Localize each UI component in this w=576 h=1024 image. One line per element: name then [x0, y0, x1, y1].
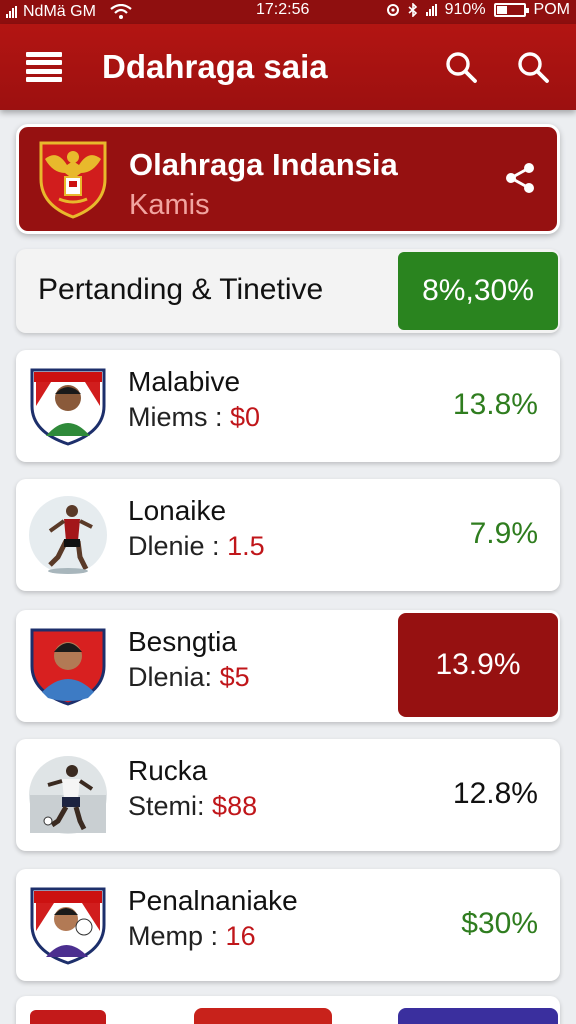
player-name: Malabive — [128, 366, 241, 397]
player-card[interactable]: Malabive Miems : $0 13.8% — [16, 350, 560, 462]
app-bar: Ddahraga saia — [0, 24, 576, 110]
app-title: Ddahraga saia — [102, 48, 328, 85]
battery-percent: 910% — [444, 1, 486, 18]
player-percent: 13.8% — [452, 388, 538, 421]
summary-value-badge: 8%,30% — [398, 252, 558, 330]
player-meta-value: 16 — [225, 921, 256, 951]
status-bar: NdMä GM 17:2:56 910% POM — [0, 0, 576, 24]
player-meta: Dlenia: $5 — [128, 662, 250, 693]
player-percent: $30% — [461, 907, 538, 940]
player-name: Rucka — [128, 755, 208, 786]
player-card[interactable]: Besngtia Dlenia: $5 13.9% — [16, 610, 560, 722]
search-icon[interactable] — [444, 50, 478, 84]
player-meta-label: Miems : — [128, 402, 223, 432]
player-card[interactable]: Lonaike Dlenie : 1.5 7.9% — [16, 479, 560, 591]
player-meta-value: $0 — [230, 402, 261, 432]
clock: 17:2:56 — [256, 1, 310, 18]
summary-row[interactable]: Pertanding & Tinetive 8%,30% — [16, 249, 560, 333]
player-meta: Stemi: $88 — [128, 791, 257, 822]
player-percent: 12.8% — [452, 777, 538, 810]
player-card[interactable]: Rucka Stemi: $88 12.8% — [16, 739, 560, 851]
player-meta: Dlenie : 1.5 — [128, 531, 265, 562]
partial-blue-badge — [398, 1008, 558, 1024]
status-right-label: POM — [533, 1, 570, 18]
cell-signal-icon — [425, 4, 437, 16]
player-meta-value: $5 — [219, 662, 250, 692]
banner-subtitle: Kamis — [129, 189, 210, 221]
player-percent-badge: 13.9% — [398, 613, 558, 717]
player-photo-avatar — [29, 496, 107, 574]
menu-icon[interactable] — [26, 52, 62, 82]
share-icon[interactable] — [503, 161, 537, 195]
player-crest-avatar — [30, 628, 106, 706]
wifi-icon — [110, 4, 132, 19]
bluetooth-icon — [408, 3, 417, 17]
location-icon — [386, 4, 399, 16]
player-crest-avatar — [30, 368, 106, 446]
player-meta-value: 1.5 — [227, 531, 265, 561]
player-meta: Memp : 16 — [128, 921, 256, 952]
player-crest-avatar — [30, 1010, 106, 1024]
signal-icon — [6, 6, 17, 18]
partial-red-badge — [194, 1008, 332, 1024]
banner-title: Olahraga Indansia — [129, 147, 398, 182]
player-photo-avatar — [29, 756, 107, 834]
player-meta-label: Dlenia: — [128, 662, 213, 692]
carrier-label: NdMä GM — [23, 3, 96, 20]
player-card-partial[interactable] — [16, 996, 560, 1024]
player-card[interactable]: Penalnaniake Memp : 16 $30% — [16, 869, 560, 981]
player-meta-label: Stemi: — [128, 791, 205, 821]
player-percent: 7.9% — [469, 517, 538, 550]
section-banner[interactable]: Olahraga Indansia Kamis — [16, 124, 560, 234]
player-crest-avatar — [30, 887, 106, 965]
player-meta: Miems : $0 — [128, 402, 260, 433]
player-name: Penalnaniake — [128, 885, 298, 916]
garuda-emblem — [39, 141, 107, 219]
summary-label: Pertanding & Tinetive — [38, 273, 324, 306]
battery-icon — [493, 3, 529, 17]
player-meta-label: Memp : — [128, 921, 219, 951]
search-icon[interactable] — [516, 50, 550, 84]
player-meta-label: Dlenie : — [128, 531, 220, 561]
player-name: Lonaike — [128, 495, 227, 526]
player-meta-value: $88 — [212, 791, 258, 821]
player-name: Besngtia — [128, 626, 237, 657]
